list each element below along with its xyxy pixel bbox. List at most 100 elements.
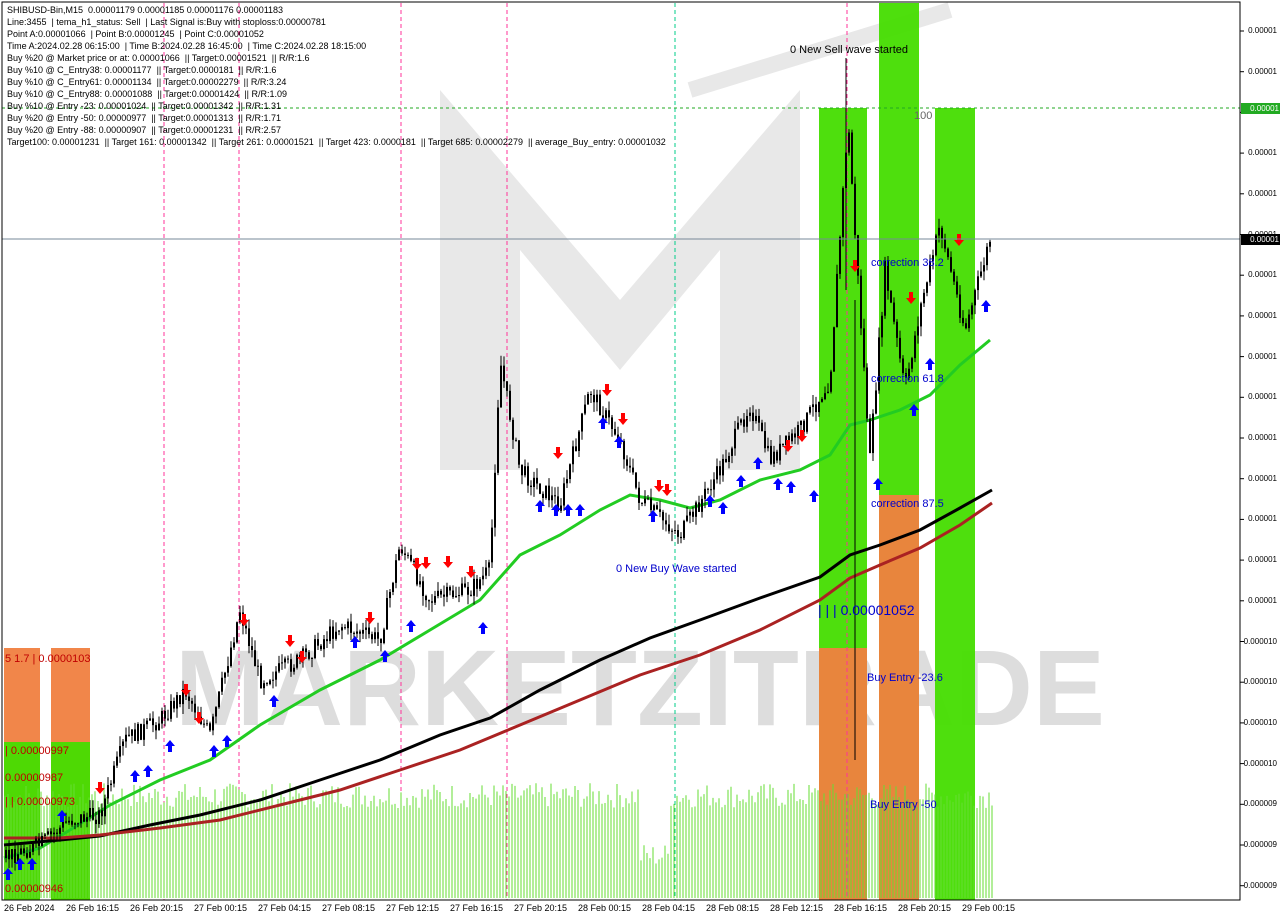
candle-body (581, 413, 583, 432)
candle-body (275, 671, 277, 680)
candle-body (32, 842, 34, 852)
candle-body (440, 590, 442, 595)
candle-body (842, 188, 844, 238)
candle-body (179, 695, 181, 705)
candle-body (968, 314, 970, 329)
target-price-tag: 0.00001 (1241, 103, 1280, 114)
candle-body (227, 666, 229, 673)
candle-body (686, 515, 688, 521)
candle-body (710, 489, 712, 491)
price-tick-label: 0.00001 (1248, 351, 1277, 361)
candle-body (344, 627, 346, 629)
candle-body (65, 821, 67, 823)
candle-body (47, 831, 49, 835)
candle-body (896, 321, 898, 338)
candle-body (848, 132, 850, 153)
candle-body (362, 629, 364, 634)
candle-body (818, 401, 820, 413)
candle-body (80, 814, 82, 824)
candle-body (869, 418, 871, 454)
candle-body (281, 662, 283, 664)
candle-body (782, 443, 784, 445)
candle-body (221, 677, 223, 692)
candle-body (125, 734, 127, 742)
candle-body (827, 391, 829, 394)
candle-body (671, 530, 673, 532)
candle-body (311, 658, 313, 660)
candle-body (401, 549, 403, 554)
candle-body (116, 756, 118, 766)
candle-body (146, 720, 148, 725)
candle-body (251, 646, 253, 651)
candle-body (614, 428, 616, 435)
price-tick-label: 0.00001 (1248, 66, 1277, 76)
candle-body (134, 729, 136, 741)
candle-body (383, 629, 385, 644)
candle-body (722, 458, 724, 476)
info-line: Buy %20 @ Entry -88: 0.00000907 || Targe… (7, 125, 281, 135)
candle-body (719, 466, 721, 476)
candle-body (977, 276, 979, 291)
candle-body (959, 294, 961, 318)
candle-body (815, 404, 817, 413)
time-tick-label: 28 Feb 00:15 (578, 903, 632, 913)
price-tick-label: 0.000009 (1243, 840, 1277, 849)
candle-body (941, 227, 943, 239)
candle-body (536, 477, 538, 484)
candle-body (860, 275, 862, 329)
candle-body (698, 502, 700, 512)
candle-body (149, 718, 151, 721)
candle-body (980, 271, 982, 277)
candle-body (428, 600, 430, 602)
candle-body (506, 381, 508, 391)
candle-body (230, 647, 232, 667)
candle-body (449, 586, 451, 591)
candle-body (482, 575, 484, 580)
candle-body (272, 679, 274, 681)
candle-body (119, 746, 121, 757)
candle-body (659, 509, 661, 512)
candle-body (779, 443, 781, 461)
time-tick-label: 26 Feb 16:15 (66, 903, 120, 913)
candle-body (800, 420, 802, 426)
candle-body (512, 419, 514, 440)
candle-body (656, 505, 658, 510)
candle-body (914, 335, 916, 359)
candle-body (5, 849, 7, 858)
candle-body (641, 502, 643, 504)
candle-body (341, 627, 343, 631)
level-100-label: 100 (914, 110, 933, 122)
candle-body (128, 734, 130, 736)
candle-body (410, 554, 412, 561)
info-line: Target100: 0.00001231 || Target 161: 0.0… (7, 137, 666, 147)
candle-body (287, 658, 289, 660)
time-tick-label: 26 Feb 20:15 (130, 903, 184, 913)
candle-body (515, 439, 517, 441)
candle-body (470, 594, 472, 596)
candle-body (173, 700, 175, 709)
candle-body (743, 419, 745, 427)
time-tick-label: 26 Feb 2024 (4, 903, 55, 913)
price-tick-label: 0.000010 (1243, 677, 1277, 687)
candle-body (632, 467, 634, 473)
candle-body (806, 412, 808, 432)
candle-body (476, 578, 478, 589)
candle-body (875, 390, 877, 414)
price-tick-label: 0.000009 (1243, 880, 1277, 890)
candle-body (50, 831, 52, 835)
candle-body (542, 493, 544, 498)
price-tick-label: 0.00001 (1248, 392, 1277, 402)
candle-body (866, 367, 868, 419)
candle-body (266, 683, 268, 685)
candle-body (317, 639, 319, 646)
candle-body (350, 621, 352, 633)
candle-body (935, 235, 937, 256)
time-tick-label: 27 Feb 16:15 (450, 903, 504, 913)
candle-body (20, 848, 22, 855)
candle-body (629, 465, 631, 468)
candle-body (761, 422, 763, 431)
candle-body (137, 723, 139, 741)
candle-body (62, 821, 64, 828)
candle-body (812, 404, 814, 408)
candle-body (767, 445, 769, 449)
